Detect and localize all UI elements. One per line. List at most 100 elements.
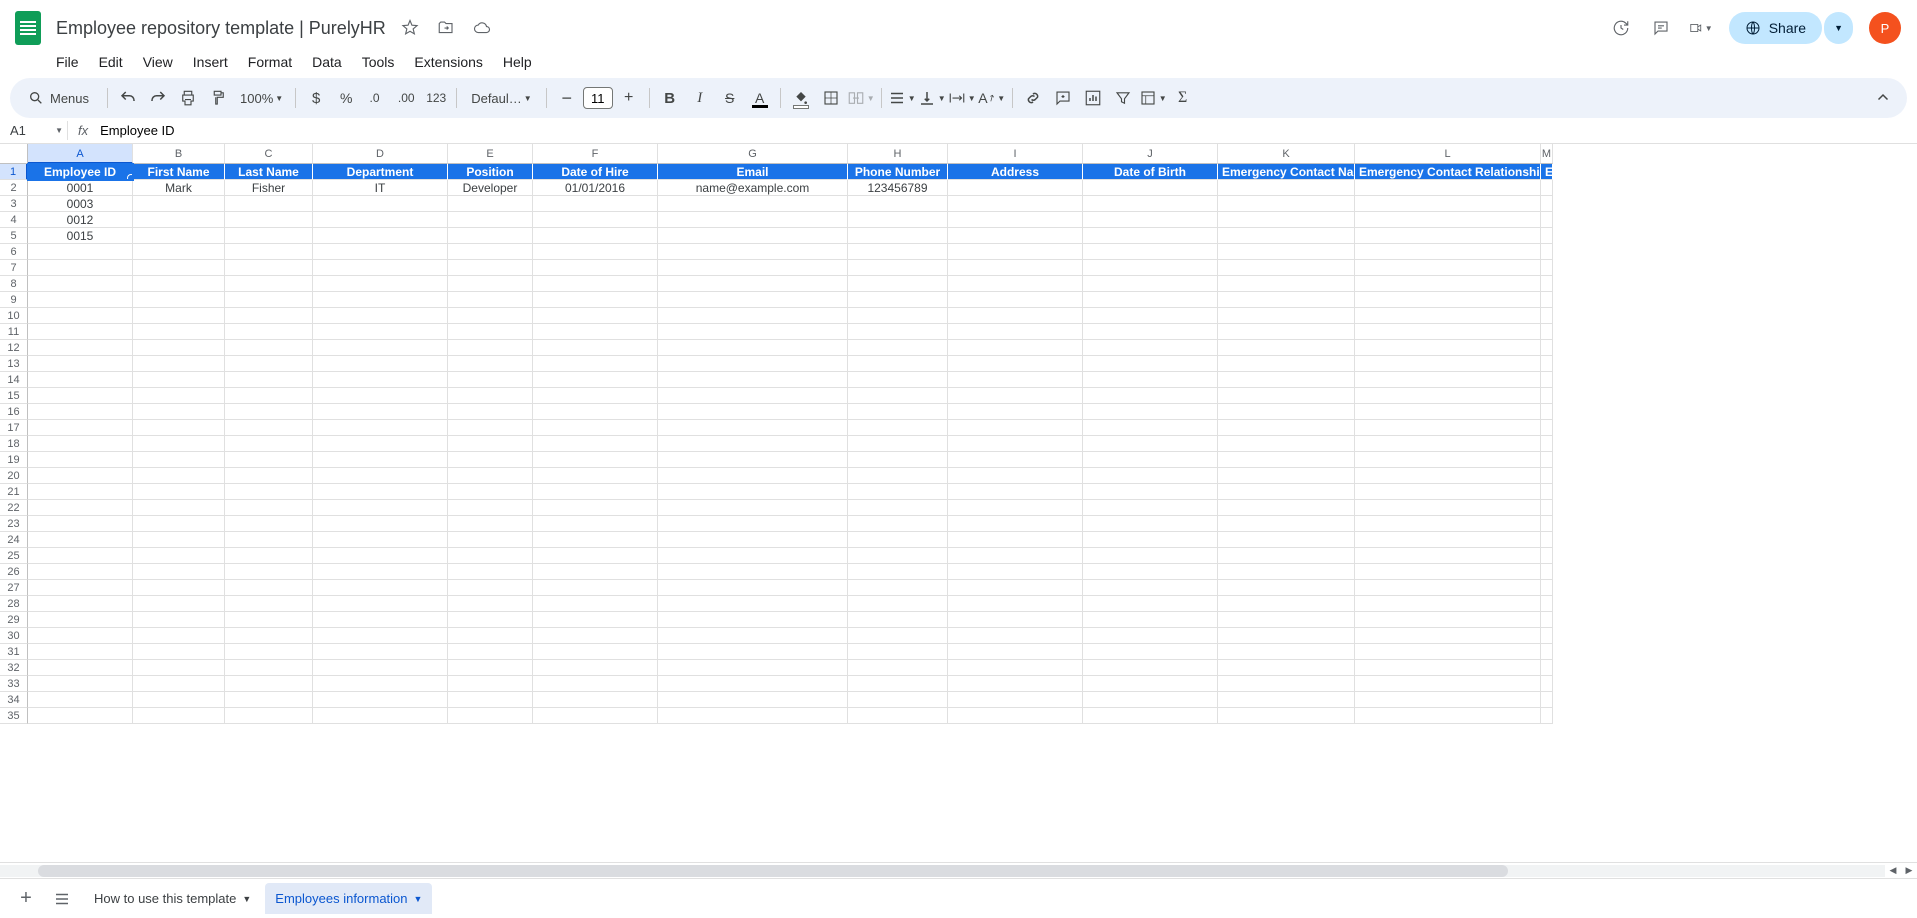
cell-K22[interactable] — [1218, 500, 1355, 516]
cell-F7[interactable] — [533, 260, 658, 276]
col-header-J[interactable]: J — [1083, 144, 1218, 164]
cell-A1[interactable]: Employee ID — [28, 164, 133, 180]
comment-icon[interactable] — [1649, 16, 1673, 40]
cell-A35[interactable] — [28, 708, 133, 724]
text-color-button[interactable]: A — [746, 84, 774, 112]
cell-I8[interactable] — [948, 276, 1083, 292]
row-header-22[interactable]: 22 — [0, 500, 28, 516]
cell-A11[interactable] — [28, 324, 133, 340]
cell-E7[interactable] — [448, 260, 533, 276]
cell-I30[interactable] — [948, 628, 1083, 644]
cell-C8[interactable] — [225, 276, 313, 292]
formula-input[interactable] — [98, 121, 1917, 140]
cell-C2[interactable]: Fisher — [225, 180, 313, 196]
cell-G19[interactable] — [658, 452, 848, 468]
cell-M16[interactable] — [1541, 404, 1553, 420]
cell-A17[interactable] — [28, 420, 133, 436]
cell-C10[interactable] — [225, 308, 313, 324]
share-button[interactable]: Share — [1729, 12, 1822, 44]
cell-C22[interactable] — [225, 500, 313, 516]
cell-L3[interactable] — [1355, 196, 1541, 212]
cell-L2[interactable] — [1355, 180, 1541, 196]
cell-M22[interactable] — [1541, 500, 1553, 516]
cell-A4[interactable]: 0012 — [28, 212, 133, 228]
cell-H5[interactable] — [848, 228, 948, 244]
cell-I3[interactable] — [948, 196, 1083, 212]
cell-A26[interactable] — [28, 564, 133, 580]
font-size-input[interactable] — [583, 87, 613, 109]
cell-M31[interactable] — [1541, 644, 1553, 660]
cell-B15[interactable] — [133, 388, 225, 404]
cell-I32[interactable] — [948, 660, 1083, 676]
cell-D19[interactable] — [313, 452, 448, 468]
cell-D24[interactable] — [313, 532, 448, 548]
cell-A2[interactable]: 0001 — [28, 180, 133, 196]
cell-B10[interactable] — [133, 308, 225, 324]
cell-F27[interactable] — [533, 580, 658, 596]
cell-F15[interactable] — [533, 388, 658, 404]
cell-E29[interactable] — [448, 612, 533, 628]
cell-M12[interactable] — [1541, 340, 1553, 356]
cell-L32[interactable] — [1355, 660, 1541, 676]
cell-A28[interactable] — [28, 596, 133, 612]
cell-A34[interactable] — [28, 692, 133, 708]
cell-I10[interactable] — [948, 308, 1083, 324]
row-header-8[interactable]: 8 — [0, 276, 28, 292]
cell-F22[interactable] — [533, 500, 658, 516]
row-header-21[interactable]: 21 — [0, 484, 28, 500]
cell-E10[interactable] — [448, 308, 533, 324]
cell-J35[interactable] — [1083, 708, 1218, 724]
cell-I7[interactable] — [948, 260, 1083, 276]
cell-G5[interactable] — [658, 228, 848, 244]
row-header-35[interactable]: 35 — [0, 708, 28, 724]
cell-I33[interactable] — [948, 676, 1083, 692]
cell-A24[interactable] — [28, 532, 133, 548]
cell-J19[interactable] — [1083, 452, 1218, 468]
cell-C31[interactable] — [225, 644, 313, 660]
row-header-10[interactable]: 10 — [0, 308, 28, 324]
cell-M20[interactable] — [1541, 468, 1553, 484]
cell-E3[interactable] — [448, 196, 533, 212]
cell-L4[interactable] — [1355, 212, 1541, 228]
row-header-15[interactable]: 15 — [0, 388, 28, 404]
cell-I20[interactable] — [948, 468, 1083, 484]
cell-K24[interactable] — [1218, 532, 1355, 548]
cell-K12[interactable] — [1218, 340, 1355, 356]
row-header-28[interactable]: 28 — [0, 596, 28, 612]
cell-K11[interactable] — [1218, 324, 1355, 340]
cell-A18[interactable] — [28, 436, 133, 452]
cell-F13[interactable] — [533, 356, 658, 372]
wrap-button[interactable]: ▼ — [948, 84, 976, 112]
italic-button[interactable]: I — [686, 84, 714, 112]
cell-K31[interactable] — [1218, 644, 1355, 660]
cell-M29[interactable] — [1541, 612, 1553, 628]
cell-F33[interactable] — [533, 676, 658, 692]
cell-F10[interactable] — [533, 308, 658, 324]
cell-D25[interactable] — [313, 548, 448, 564]
cell-J12[interactable] — [1083, 340, 1218, 356]
cell-H32[interactable] — [848, 660, 948, 676]
cell-A32[interactable] — [28, 660, 133, 676]
cell-I13[interactable] — [948, 356, 1083, 372]
menu-view[interactable]: View — [135, 50, 181, 74]
cell-K10[interactable] — [1218, 308, 1355, 324]
cell-B30[interactable] — [133, 628, 225, 644]
borders-button[interactable] — [817, 84, 845, 112]
cell-C26[interactable] — [225, 564, 313, 580]
cell-J6[interactable] — [1083, 244, 1218, 260]
cell-G6[interactable] — [658, 244, 848, 260]
cell-H17[interactable] — [848, 420, 948, 436]
row-header-7[interactable]: 7 — [0, 260, 28, 276]
cell-L35[interactable] — [1355, 708, 1541, 724]
cell-I6[interactable] — [948, 244, 1083, 260]
add-sheet-button[interactable]: + — [12, 885, 40, 913]
cell-M6[interactable] — [1541, 244, 1553, 260]
cell-L19[interactable] — [1355, 452, 1541, 468]
cell-C33[interactable] — [225, 676, 313, 692]
cell-K30[interactable] — [1218, 628, 1355, 644]
cell-J15[interactable] — [1083, 388, 1218, 404]
menu-extensions[interactable]: Extensions — [406, 50, 490, 74]
cell-I34[interactable] — [948, 692, 1083, 708]
row-header-23[interactable]: 23 — [0, 516, 28, 532]
cell-L16[interactable] — [1355, 404, 1541, 420]
